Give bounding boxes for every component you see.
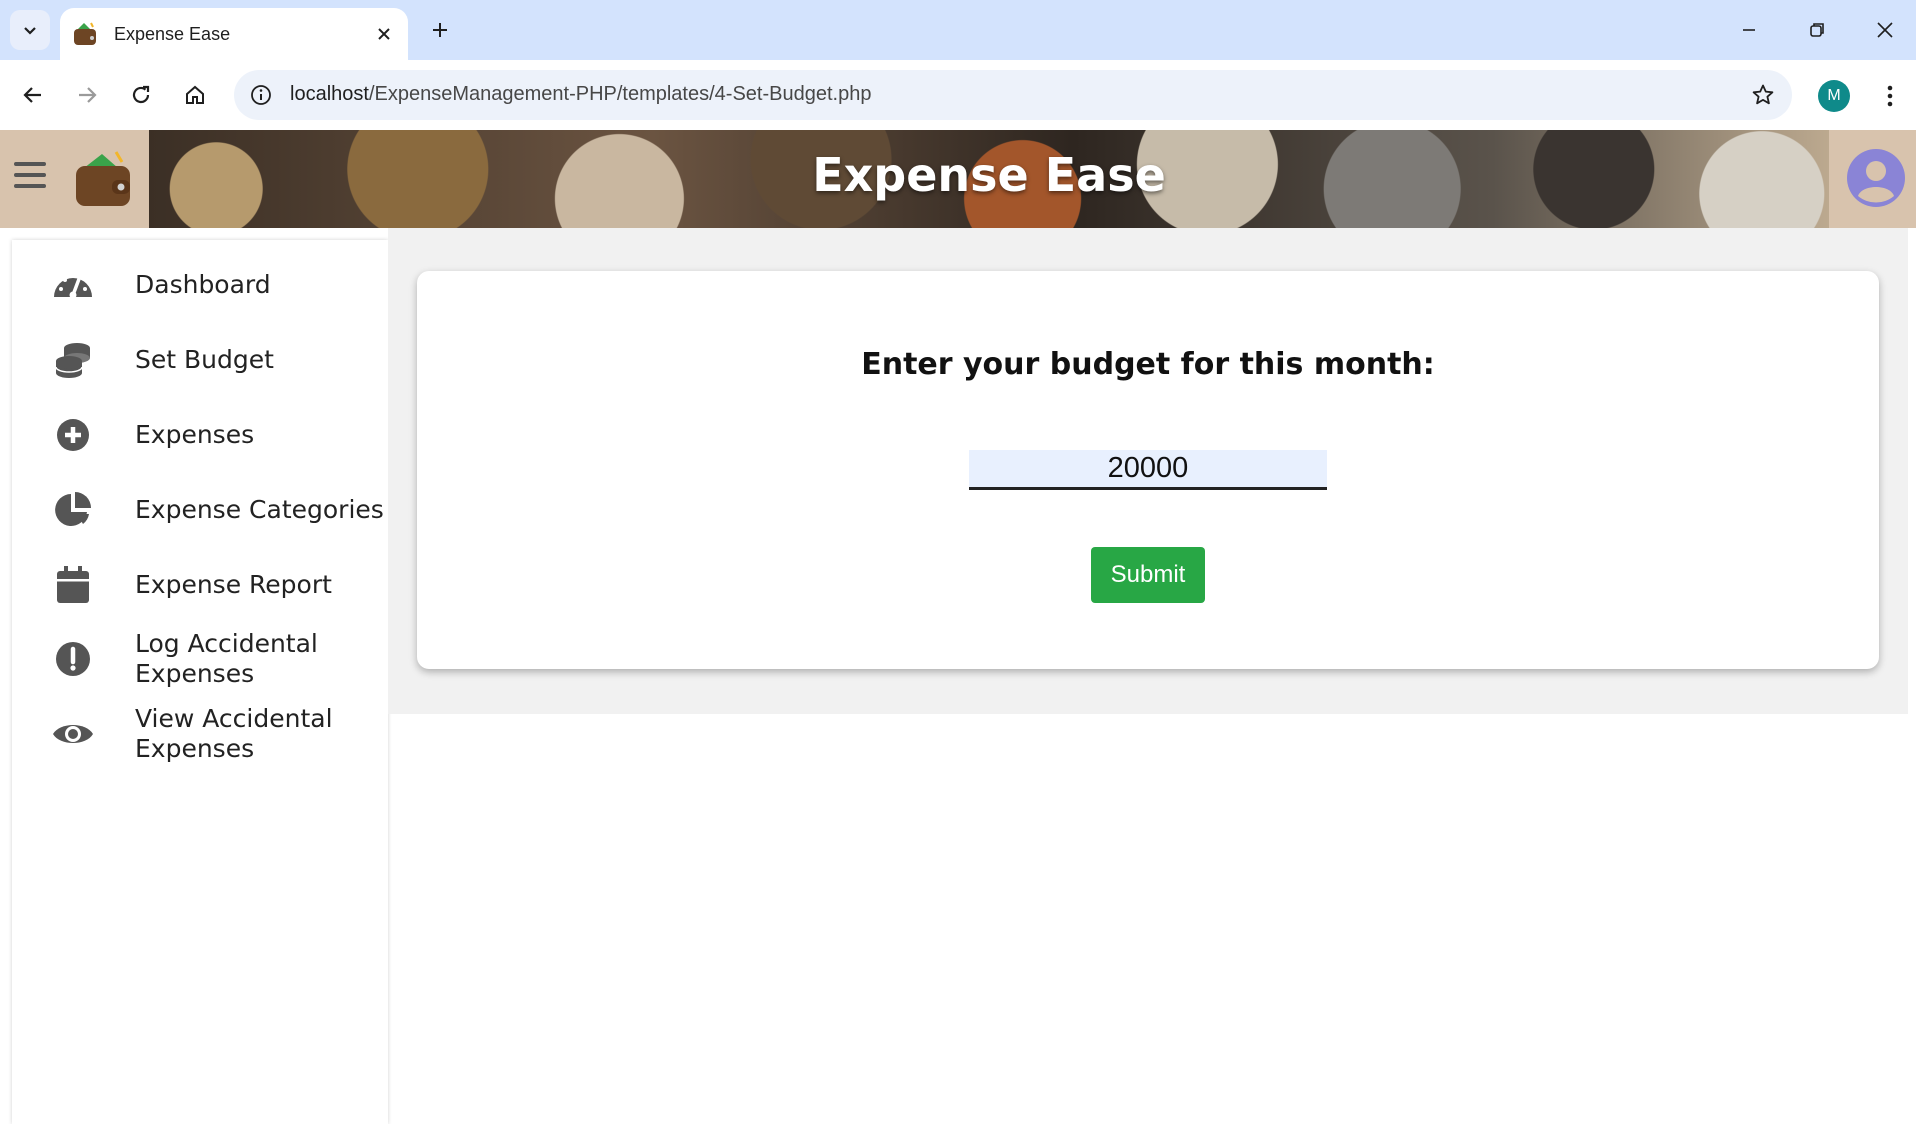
sidebar-item-view-accidental-expenses[interactable]: View Accidental Expenses [12,699,388,769]
sidebar-item-label: View Accidental Expenses [135,704,333,763]
tab-close-button[interactable] [370,20,398,48]
reload-button[interactable] [120,74,162,116]
url-host: localhost [290,83,369,105]
sidebar-item-expense-categories[interactable]: Expense Categories [12,485,388,535]
back-icon [23,87,41,103]
user-avatar-icon[interactable] [1846,148,1906,208]
new-tab-button[interactable] [424,14,456,46]
close-icon [1877,22,1893,38]
calendar-icon [52,564,94,606]
url-path: /ExpenseManagement-PHP/templates/4-Set-B… [368,83,872,105]
coins-icon [52,339,94,381]
profile-avatar[interactable]: M [1818,80,1850,112]
reload-icon [132,85,150,104]
bookmark-button[interactable] [1748,80,1778,110]
sidebar-item-set-budget[interactable]: Set Budget [12,335,388,385]
hamburger-icon[interactable] [14,162,46,192]
header-banner: Expense Ease [149,130,1829,228]
forward-icon [79,87,97,103]
browser-tab-active[interactable]: Expense Ease [60,8,408,60]
minimize-icon [1743,29,1755,31]
eye-icon [52,713,94,755]
close-window-button[interactable] [1862,10,1908,50]
plus-circle-icon [52,414,94,456]
sidebar-item-label: Expenses [135,420,255,449]
pie-chart-icon [52,489,94,531]
browser-toolbar: localhost/ExpenseManagement-PHP/template… [0,60,1916,130]
star-icon [1752,84,1774,105]
budget-input[interactable] [969,450,1327,490]
back-button[interactable] [12,74,54,116]
close-icon [378,28,390,40]
browser-tabstrip: Expense Ease [0,0,1916,60]
speedometer-icon [52,264,94,306]
home-button[interactable] [174,74,216,116]
restore-button[interactable] [1794,10,1840,50]
sidebar: Dashboard Set Budget Expenses Expense Ca… [12,240,388,1124]
url-text: localhost/ExpenseManagement-PHP/template… [290,83,871,106]
wallet-logo[interactable] [72,148,134,210]
minimize-button[interactable] [1726,10,1772,50]
plus-icon [433,23,447,37]
more-vert-icon [1887,85,1893,107]
sidebar-item-label: Expense Categories [135,495,384,524]
budget-card: Enter your budget for this month: Submit [417,271,1879,669]
submit-button[interactable]: Submit [1091,547,1205,603]
app-title: Expense Ease [812,148,1166,202]
sidebar-item-expenses[interactable]: Expenses [12,410,388,460]
sidebar-item-expense-report[interactable]: Expense Report [12,560,388,610]
tab-search-button[interactable] [10,10,50,50]
app-header: Expense Ease [0,130,1916,228]
forward-button[interactable] [66,74,108,116]
browser-menu-button[interactable] [1872,78,1908,114]
sidebar-item-label: Set Budget [135,345,274,374]
site-info-button[interactable] [244,78,278,112]
sidebar-item-label: Dashboard [135,270,271,299]
address-bar[interactable]: localhost/ExpenseManagement-PHP/template… [234,70,1792,120]
wallet-favicon-icon [72,21,98,47]
tab-title: Expense Ease [114,23,231,44]
restore-icon [1810,23,1824,37]
sidebar-item-label: Log Accidental Expenses [135,629,318,688]
sidebar-item-log-accidental-expenses[interactable]: Log Accidental Expenses [12,624,388,694]
home-icon [186,85,204,104]
exclamation-circle-icon [52,638,94,680]
info-icon [251,85,271,105]
sidebar-item-dashboard[interactable]: Dashboard [12,260,388,310]
budget-prompt: Enter your budget for this month: [861,347,1435,382]
chevron-down-icon [24,27,36,35]
sidebar-item-label: Expense Report [135,570,332,599]
